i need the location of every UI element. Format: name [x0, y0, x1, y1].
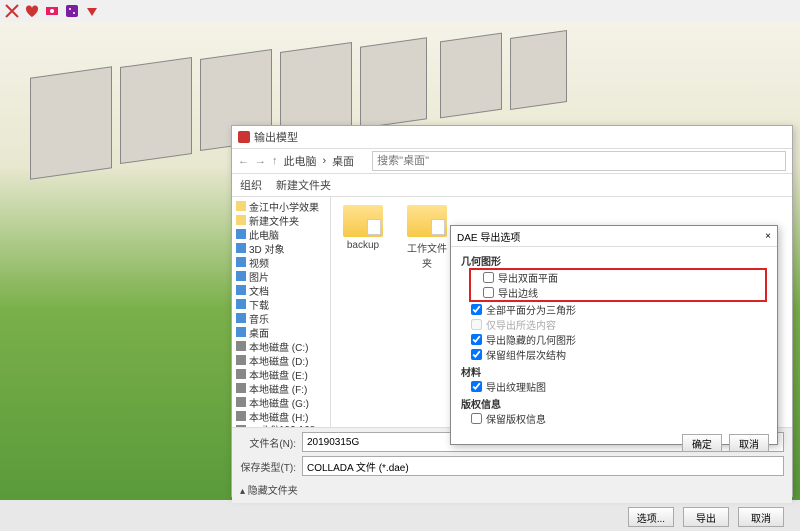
tree-item: 新建文件夹 [236, 213, 326, 227]
back-icon[interactable]: ← [238, 155, 249, 167]
hidden-checkbox [471, 319, 482, 330]
filename-label: 文件名(N): [240, 435, 296, 450]
tree-item: 视频 [236, 255, 326, 269]
options-title: DAE 导出选项 [457, 229, 520, 244]
tree-item: 音乐 [236, 311, 326, 325]
tree-item: 本地磁盘 (F:) [236, 381, 326, 395]
cancel-button[interactable]: 取消 [729, 434, 769, 452]
fwd-icon[interactable]: → [255, 155, 266, 167]
edges-checkbox[interactable] [483, 287, 494, 298]
folder-icon [343, 205, 383, 237]
tree-item: mail (\\192.168 [236, 423, 326, 427]
tree-item: 本地磁盘 (E:) [236, 367, 326, 381]
new-folder-button[interactable]: 新建文件夹 [276, 177, 331, 193]
tool-camera-icon[interactable] [44, 3, 60, 19]
tree-item: 文档 [236, 283, 326, 297]
folder-icon [407, 205, 447, 237]
geom-group-label: 几何图形 [461, 253, 767, 268]
file-item[interactable]: backup [339, 205, 387, 251]
up-icon[interactable]: ↑ [272, 155, 278, 167]
type-label: 保存类型(T): [240, 459, 296, 474]
tree-item: 桌面 [236, 325, 326, 339]
mat-group-label: 材料 [461, 364, 767, 379]
tree-item: 本地磁盘 (C:) [236, 339, 326, 353]
app-icon [238, 131, 250, 143]
subtoolbar: 组织 新建文件夹 [232, 174, 792, 197]
crumb-0[interactable]: 此电脑 [284, 153, 317, 169]
toolbar [0, 0, 800, 23]
dae-options-dialog: DAE 导出选项 × 几何图形 导出双面平面 导出边线 全部平面分为三角形 仅导… [450, 225, 778, 445]
tree-item: 本地磁盘 (H:) [236, 409, 326, 423]
tool-gem-icon[interactable] [84, 3, 100, 19]
tree-item: 本地磁盘 (D:) [236, 353, 326, 367]
search-input[interactable] [372, 151, 786, 171]
file-item[interactable]: 工作文件夹 [403, 205, 451, 270]
tree-item: 3D 对象 [236, 241, 326, 255]
cred-checkbox[interactable] [471, 413, 482, 424]
tree-item: 图片 [236, 269, 326, 283]
hier-checkbox[interactable] [471, 334, 482, 345]
export-title-text: 输出模型 [254, 129, 298, 145]
export-button[interactable]: 导出 [683, 507, 729, 527]
comp-checkbox[interactable] [471, 349, 482, 360]
export-dialog-title: 输出模型 [232, 126, 792, 149]
tri-checkbox[interactable] [471, 304, 482, 315]
tool-dice-icon[interactable] [64, 3, 80, 19]
breadcrumb: ← → ↑ 此电脑 › 桌面 [232, 149, 792, 174]
organize-menu[interactable]: 组织 [240, 177, 262, 193]
cancel-button[interactable]: 取消 [738, 507, 784, 527]
close-icon[interactable]: × [765, 231, 771, 242]
type-select[interactable] [302, 456, 784, 476]
nav-tree[interactable]: 金江中小学效果 新建文件夹 此电脑 3D 对象 视频 图片 文档 下载 音乐 桌… [232, 197, 331, 427]
tex-checkbox[interactable] [471, 381, 482, 392]
tool-x-icon[interactable] [4, 3, 20, 19]
tree-item: 金江中小学效果 [236, 199, 326, 213]
tool-heart-icon[interactable] [24, 3, 40, 19]
cred-group-label: 版权信息 [461, 396, 767, 411]
tree-item: 本地磁盘 (G:) [236, 395, 326, 409]
tree-item: 下载 [236, 297, 326, 311]
two-sided-checkbox[interactable] [483, 272, 494, 283]
options-button[interactable]: 选项... [628, 507, 674, 527]
ok-button[interactable]: 确定 [682, 434, 722, 452]
hide-folders-toggle[interactable]: ▴ 隐藏文件夹 [240, 480, 784, 499]
crumb-1[interactable]: 桌面 [332, 153, 354, 169]
tree-item: 此电脑 [236, 227, 326, 241]
